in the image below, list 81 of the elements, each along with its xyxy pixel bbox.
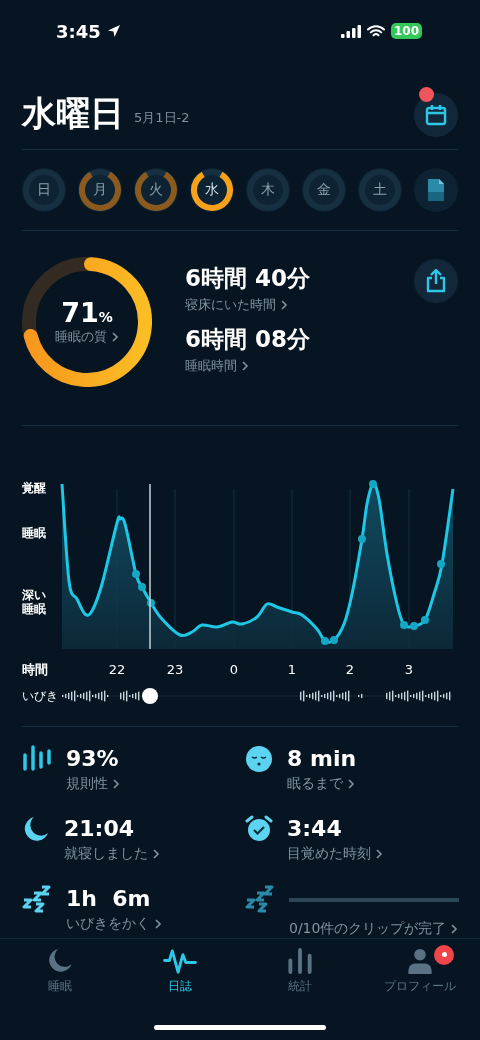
day-button[interactable]: 日 (22, 167, 66, 212)
document-icon (427, 177, 445, 202)
duration-value: 6時間 40分 (185, 263, 312, 293)
bars-icon (287, 946, 313, 974)
share-icon (425, 268, 447, 293)
zzz-icon (245, 884, 275, 913)
share-button[interactable] (414, 258, 458, 303)
battery-level: 100 (390, 23, 422, 40)
chevron-icon (109, 331, 120, 344)
chevron-icon (279, 298, 289, 311)
chevron-icon (346, 777, 356, 790)
zzz-icon (22, 884, 52, 913)
hour-label: 1 (287, 661, 297, 677)
stat-value: 93% (66, 744, 120, 773)
chevron-icon (153, 917, 163, 930)
playback-handle[interactable] (142, 687, 158, 704)
report-button[interactable] (414, 167, 458, 212)
data-point (369, 479, 377, 488)
hour-label: 22 (108, 661, 126, 677)
axis-title: 時間 (22, 661, 49, 678)
chevron-icon (151, 847, 161, 860)
data-point (147, 598, 155, 607)
data-point (410, 621, 418, 630)
day-button[interactable]: 水 (190, 167, 234, 212)
stage-label: 睡眠 (22, 526, 46, 541)
day-button[interactable]: 火 (134, 167, 178, 212)
hour-label: 0 (229, 661, 239, 677)
date-label: 5月1日-2 (134, 108, 190, 127)
day-button[interactable]: 土 (358, 167, 402, 212)
stat-value: 8 min (287, 744, 357, 773)
chevron-icon (111, 777, 121, 790)
stat-link[interactable]: 眠るまで (287, 774, 356, 793)
data-point (400, 620, 408, 629)
snore-label: いびき (22, 688, 59, 703)
wifi-icon (366, 24, 385, 38)
stat-link[interactable]: 0/10件のクリップが完了 (289, 919, 460, 938)
quality-link[interactable]: 睡眠の質 (54, 328, 120, 347)
clock-time: 3:45 (56, 20, 101, 42)
stat-link[interactable]: 規則性 (66, 774, 121, 793)
chevron-icon (240, 359, 250, 372)
tab-button[interactable]: 統計 (240, 946, 360, 995)
person-icon (407, 946, 433, 974)
duration-link[interactable]: 寝床にいた時間 (185, 295, 289, 314)
tab-button[interactable]: 睡眠 (0, 946, 120, 995)
signal-icon (340, 24, 361, 38)
bars-icon (22, 744, 52, 773)
day-button[interactable]: 木 (246, 167, 290, 212)
quality-score: 71% (61, 297, 113, 329)
stage-label: 深い睡眠 (22, 587, 46, 617)
chevron-icon (374, 847, 384, 860)
chevron-icon (449, 922, 460, 935)
tab-button[interactable]: 日誌 (120, 946, 240, 995)
data-point (358, 534, 366, 543)
day-button[interactable]: 金 (302, 167, 346, 212)
calendar-button[interactable] (414, 92, 458, 137)
data-point (421, 615, 429, 624)
day-button[interactable]: 月 (78, 167, 122, 212)
hour-label: 3 (404, 661, 414, 677)
day-title: 水曜日 (22, 92, 124, 133)
stat-link[interactable]: 目覚めた時刻 (287, 844, 384, 863)
tab-button[interactable]: プロフィール (360, 946, 480, 995)
moon-icon (22, 814, 50, 843)
stat-value: 3:44 (287, 814, 343, 843)
calendar-icon (425, 103, 447, 126)
stat-value: 21:04 (64, 814, 136, 843)
stat-value: 1h 6m (66, 884, 152, 913)
stage-label: 覚醒 (22, 480, 46, 496)
stat-link[interactable]: いびきをかく (66, 914, 163, 933)
alarm-clock-icon (245, 814, 273, 843)
hour-label: 23 (166, 661, 184, 677)
hour-label: 2 (345, 661, 355, 677)
data-point (132, 569, 140, 578)
data-point (138, 582, 146, 591)
location-arrow-icon (106, 24, 121, 39)
stat-link[interactable]: 就寝しました (64, 844, 161, 863)
moon-icon (46, 946, 74, 974)
wave-icon (163, 946, 197, 974)
duration-link[interactable]: 睡眠時間 (185, 356, 250, 375)
sleeping-face-icon (245, 744, 273, 773)
duration-value: 6時間 08分 (185, 324, 312, 354)
data-point (437, 559, 445, 568)
